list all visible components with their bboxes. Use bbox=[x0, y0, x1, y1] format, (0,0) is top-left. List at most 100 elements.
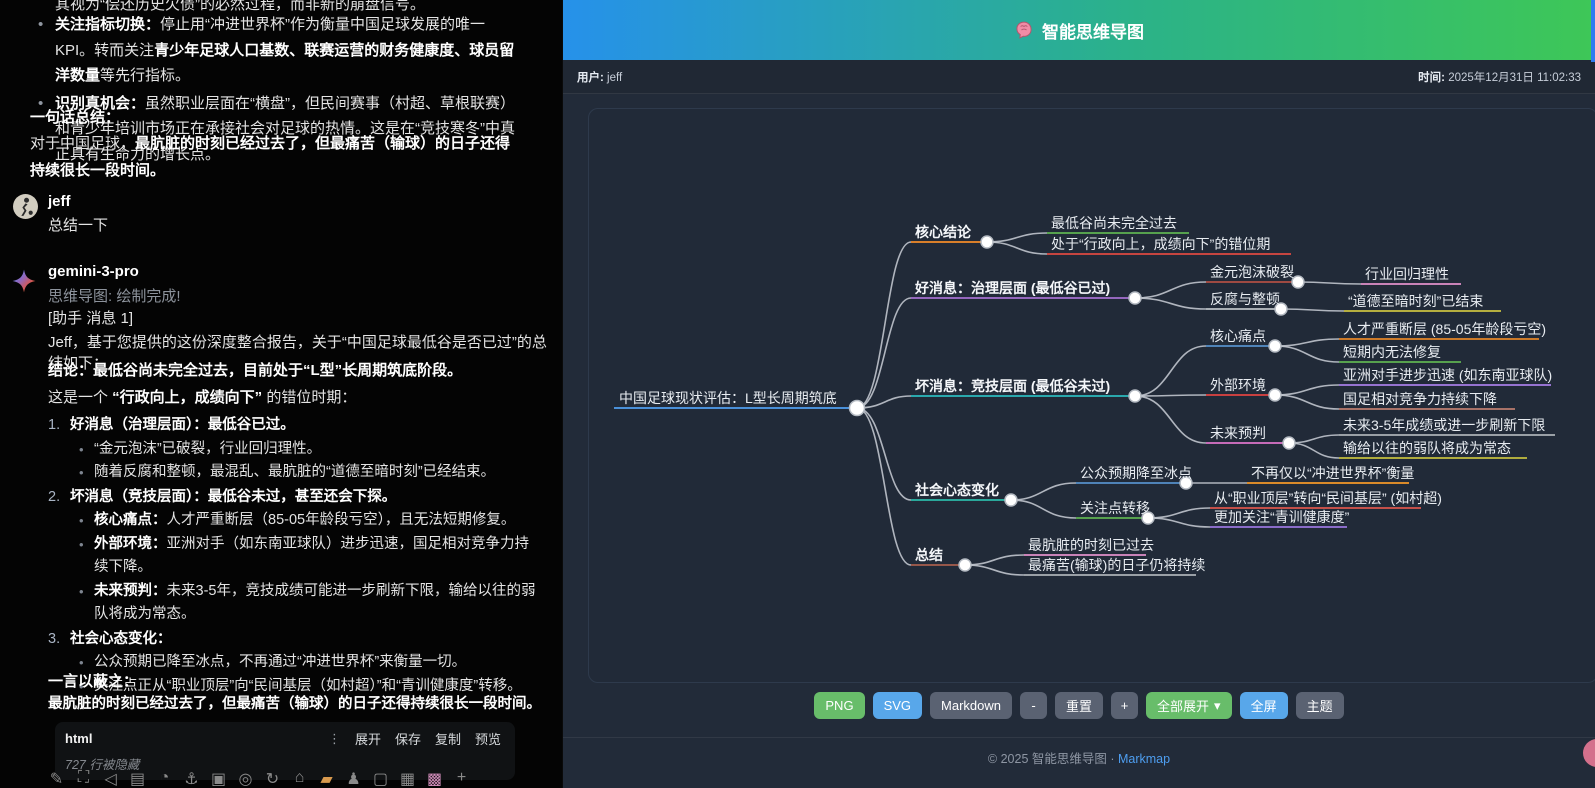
plus-icon[interactable]: + bbox=[453, 769, 470, 788]
assistant-tag: [助手 消息 1] bbox=[48, 307, 133, 328]
user-name: jeff bbox=[48, 193, 71, 210]
branch-node[interactable]: 好消息：治理层面 (最低谷已过) bbox=[914, 280, 1110, 296]
file-icon[interactable]: ▢ bbox=[372, 769, 389, 788]
save-button[interactable]: 保存 bbox=[395, 729, 421, 748]
leaf-node[interactable]: 人才严重断层 (85-05年龄段亏空) bbox=[1343, 321, 1546, 337]
leaf-node[interactable]: 最低谷尚未完全过去 bbox=[1051, 215, 1177, 231]
summary-heading: 一句话总结： bbox=[30, 106, 120, 127]
app-title: 智能思维导图 bbox=[1042, 18, 1144, 43]
mindmap-toolbar: PNG SVG Markdown - 重置 + 全部展开▾ 全屏 主题 bbox=[563, 692, 1595, 719]
photo-icon[interactable]: ▩ bbox=[426, 769, 443, 788]
leaf-node[interactable]: 从“职业顶层”转向“民间基层” (如村超) bbox=[1214, 490, 1442, 506]
sub-node[interactable]: 金元泡沫破裂 bbox=[1210, 264, 1294, 280]
leaf-node[interactable]: 输给以往的弱队将成为常态 bbox=[1343, 440, 1511, 456]
reset-button[interactable]: 重置 bbox=[1055, 692, 1103, 719]
leaf-node[interactable]: 处于“行政向上，成绩向下”的错位期 bbox=[1051, 236, 1270, 252]
summary-paragraph: 对于中国足球，最肮脏的时刻已经过去了，但最痛苦（输球）的日子还得持续很长一段时间… bbox=[30, 130, 522, 184]
sub-node[interactable]: 公众预期降至冰点 bbox=[1080, 465, 1192, 481]
sub-node[interactable]: 反腐与整顿 bbox=[1210, 291, 1280, 307]
zoom-in-button[interactable]: + bbox=[1111, 692, 1138, 719]
save-icon[interactable]: ▣ bbox=[210, 769, 227, 788]
user-label: 用户: bbox=[577, 72, 604, 84]
sub-node[interactable]: 核心痛点 bbox=[1210, 328, 1266, 344]
root-node[interactable]: 中国足球现状评估：L型长周期筑底 bbox=[619, 390, 837, 406]
mindmap-svg: 中国足球现状评估：L型长周期筑底 核心结论 最低谷尚未完全过去 处于“行政向上，… bbox=[589, 109, 1595, 683]
leaf-node[interactable]: 最肮脏的时刻已过去 bbox=[1028, 537, 1154, 553]
soccer-player-icon bbox=[13, 194, 38, 219]
folder-icon[interactable]: ▰ bbox=[318, 769, 335, 788]
final-statement: 最肮脏的时刻已经过去了，但最痛苦（输球）的日子还得持续很长一段时间。 bbox=[48, 692, 553, 713]
mindmap-canvas[interactable]: 中国足球现状评估：L型长周期筑底 核心结论 最低谷尚未完全过去 处于“行政向上，… bbox=[588, 108, 1595, 683]
list-item: 关注指标切换：停止用“冲进世界杯”作为衡量中国足球发展的唯一KPI。转而关注青少… bbox=[30, 12, 522, 89]
node-dot[interactable] bbox=[1129, 390, 1141, 402]
user-message-text: 总结一下 bbox=[48, 214, 108, 235]
copy-button[interactable]: 复制 bbox=[435, 729, 461, 748]
chevron-down-icon: ▾ bbox=[1214, 698, 1221, 714]
export-png-button[interactable]: PNG bbox=[814, 692, 864, 719]
trash-icon[interactable]: ⛶ bbox=[75, 769, 92, 788]
speaker-icon[interactable]: ◁ bbox=[102, 769, 119, 788]
leaf-node[interactable]: 不再仅以“冲进世界杯”衡量 bbox=[1251, 465, 1414, 481]
footer: © 2025 智能思维导图 · Markmap bbox=[563, 737, 1595, 788]
node-dot[interactable] bbox=[1269, 340, 1281, 352]
leaf-node[interactable]: 国足相对竞争力持续下降 bbox=[1343, 391, 1497, 407]
time-label: 时间: bbox=[1418, 72, 1445, 84]
leaf-node[interactable]: 更加关注“青训健康度” bbox=[1214, 509, 1350, 525]
zoom-out-button[interactable]: - bbox=[1020, 692, 1047, 719]
record-icon[interactable]: ◎ bbox=[237, 769, 254, 788]
leaf-node[interactable]: 亚洲对手进步迅速 (如东南亚球队) bbox=[1343, 367, 1552, 383]
mindmap-panel: 智能思维导图 用户: jeff 时间: 2025年12月31日 11:02:33 bbox=[563, 0, 1595, 788]
branch-node[interactable]: 社会心态变化 bbox=[914, 482, 999, 498]
markmap-link[interactable]: Markmap bbox=[1118, 752, 1170, 766]
node-dot[interactable] bbox=[1283, 437, 1295, 449]
grid-icon[interactable]: ▦ bbox=[399, 769, 416, 788]
theme-button[interactable]: 主题 bbox=[1296, 692, 1344, 719]
node-dot[interactable] bbox=[1129, 292, 1141, 304]
jeff-avatar bbox=[13, 194, 38, 219]
info-bar: 用户: jeff 时间: 2025年12月31日 11:02:33 bbox=[563, 60, 1595, 94]
branch-node[interactable]: 坏消息：竞技层面 (最低谷未过) bbox=[915, 378, 1110, 394]
expand-all-button[interactable]: 全部展开▾ bbox=[1146, 692, 1232, 719]
node-dot[interactable] bbox=[1269, 389, 1281, 401]
screen: 其视为“偿还历史欠债”的必然过程，而非新的崩盘信号。 关注指标切换：停止用“冲进… bbox=[0, 0, 1595, 788]
page-scrollbar-thumb[interactable] bbox=[1591, 0, 1595, 62]
list-item: 1.好消息（治理层面）：最低谷已过。 “金元泡沫”已破裂，行业回归理性。 随着反… bbox=[48, 414, 540, 485]
sub-node[interactable]: 未来预判 bbox=[1210, 425, 1266, 441]
list-item: 2.坏消息（竞技层面）：最低谷未过，甚至还会下探。 核心痛点：人才严重断层（85… bbox=[48, 486, 540, 627]
leaf-node[interactable]: 行业回归理性 bbox=[1365, 266, 1449, 282]
branch-node[interactable]: 核心结论 bbox=[915, 224, 972, 240]
copyright-text: © 2025 智能思维导图 bbox=[988, 752, 1107, 766]
node-dot[interactable] bbox=[1005, 494, 1017, 506]
pencil-icon[interactable]: ✎ bbox=[48, 769, 65, 788]
export-svg-button[interactable]: SVG bbox=[873, 692, 922, 719]
sub-node[interactable]: 外部环境 bbox=[1210, 377, 1266, 393]
gemini-star-icon bbox=[11, 268, 37, 294]
leaf-node[interactable]: 未来3-5年成绩或进一步刷新下限 bbox=[1343, 417, 1545, 433]
home-icon[interactable]: ⌂ bbox=[291, 769, 308, 788]
image-icon[interactable]: ▤ bbox=[129, 769, 146, 788]
gemini-avatar bbox=[11, 268, 37, 294]
anchor-icon[interactable]: ⚓ bbox=[183, 769, 200, 788]
expand-button[interactable]: 展开 bbox=[355, 729, 381, 748]
node-dot[interactable] bbox=[981, 236, 993, 248]
leaf-node[interactable]: “道德至暗时刻”已结束 bbox=[1348, 293, 1483, 309]
refresh-icon[interactable]: ↻ bbox=[264, 769, 281, 788]
node-dot[interactable] bbox=[959, 559, 971, 571]
assistant-conclusion: 结论：最低谷尚未完全过去，目前处于“L型”长周期筑底阶段。 bbox=[48, 359, 548, 380]
node-dot-root[interactable] bbox=[850, 401, 865, 416]
leaf-node[interactable]: 最痛苦(输球)的日子仍将持续 bbox=[1028, 557, 1205, 573]
export-markdown-button[interactable]: Markdown bbox=[930, 692, 1012, 719]
assistant-period: 这是一个 “行政向上，成绩向下” 的错位时期： bbox=[48, 386, 548, 407]
assistant-numbered-list: 1.好消息（治理层面）：最低谷已过。 “金元泡沫”已破裂，行业回归理性。 随着反… bbox=[48, 414, 540, 699]
kebab-menu-icon[interactable]: ⋮ bbox=[328, 731, 341, 747]
branch-node[interactable]: 总结 bbox=[915, 547, 943, 563]
sub-node[interactable]: 关注点转移 bbox=[1080, 500, 1150, 516]
clock-icon[interactable]: ◔ bbox=[156, 769, 173, 788]
time-value: 2025年12月31日 11:02:33 bbox=[1448, 72, 1581, 84]
user-icon[interactable]: ♟ bbox=[345, 769, 362, 788]
leaf-node[interactable]: 短期内无法修复 bbox=[1343, 344, 1441, 360]
brain-icon bbox=[1014, 20, 1034, 40]
preview-button[interactable]: 预览 bbox=[475, 729, 501, 748]
mindmap-node-labels[interactable]: 中国足球现状评估：L型长周期筑底 核心结论 最低谷尚未完全过去 处于“行政向上，… bbox=[619, 215, 1552, 573]
fullscreen-button[interactable]: 全屏 bbox=[1240, 692, 1288, 719]
